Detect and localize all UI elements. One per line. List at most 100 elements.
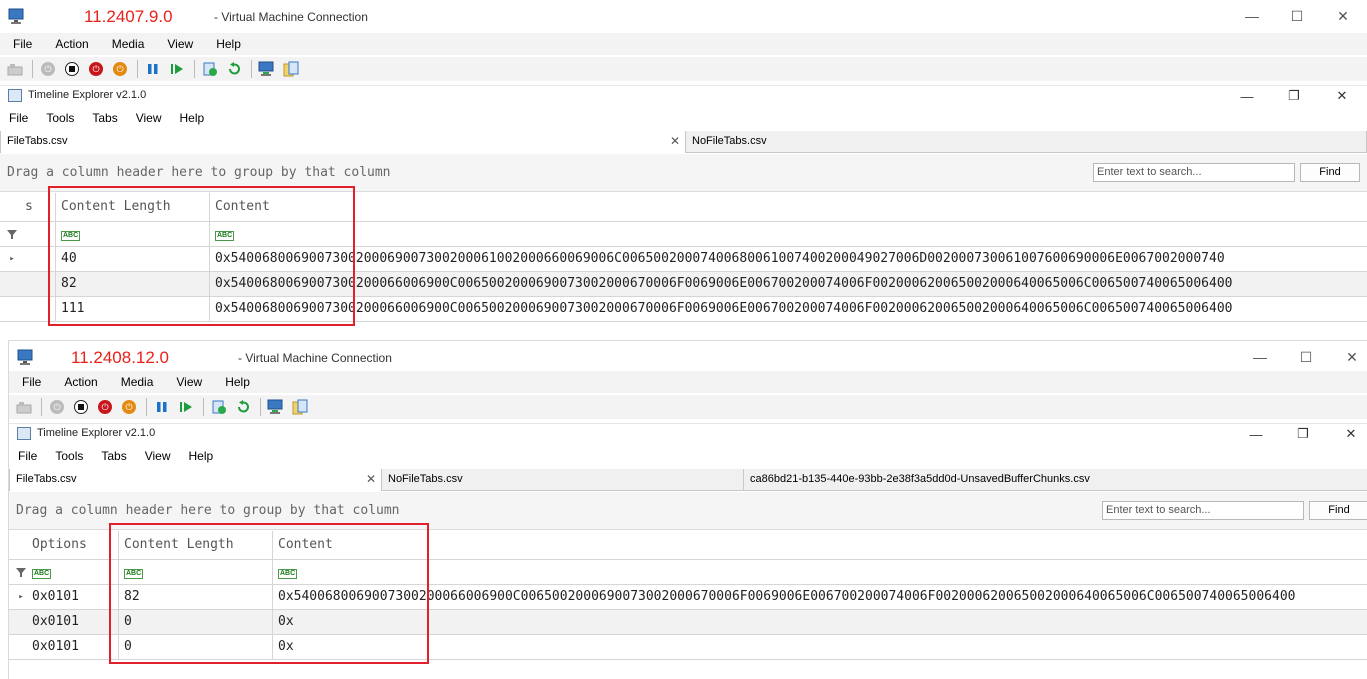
toolbar-separator xyxy=(260,398,261,416)
menu-media[interactable]: Media xyxy=(108,375,164,389)
app-menu-tools[interactable]: Tools xyxy=(46,449,92,463)
close-button[interactable]: ✕ xyxy=(1320,0,1366,32)
cell-content[interactable]: 0x5400680069007300200066006900C006500200… xyxy=(209,272,1367,296)
app-close-button[interactable]: ✕ xyxy=(1327,86,1357,106)
share-icon[interactable] xyxy=(289,396,311,418)
app-menu-view[interactable]: View xyxy=(136,449,180,463)
revert-icon[interactable] xyxy=(223,58,245,80)
tab-nofiletabs[interactable]: NoFileTabs.csv xyxy=(382,469,744,491)
enhanced-session-icon[interactable] xyxy=(265,396,287,418)
minimize-button[interactable]: — xyxy=(1229,0,1275,32)
app-menu-file[interactable]: File xyxy=(9,449,46,463)
app-close-button[interactable]: ✕ xyxy=(1336,424,1366,444)
share-icon[interactable] xyxy=(280,58,302,80)
tab-label: FileTabs.csv xyxy=(7,135,68,147)
menu-help[interactable]: Help xyxy=(212,375,260,389)
enhanced-session-icon[interactable] xyxy=(256,58,278,80)
app-menu-file[interactable]: File xyxy=(0,111,37,125)
app-menu-tabs[interactable]: Tabs xyxy=(92,449,135,463)
vm-menubar: File Action Media View Help xyxy=(9,371,1367,393)
menu-action[interactable]: Action xyxy=(42,37,98,51)
maximize-button[interactable]: ☐ xyxy=(1283,341,1329,373)
search-input[interactable]: Enter text to search... xyxy=(1102,501,1304,520)
cell-content[interactable]: 0x5400680069007300200066006900C006500200… xyxy=(272,585,1367,609)
save-icon[interactable]: ⏻ xyxy=(109,58,131,80)
cell-options[interactable]: 0x0101 xyxy=(27,635,118,659)
app-minimize-button[interactable]: — xyxy=(1241,424,1271,444)
shutdown-icon[interactable]: ⏻ xyxy=(85,58,107,80)
save-icon[interactable]: ⏻ xyxy=(118,396,140,418)
filter-icon[interactable] xyxy=(0,222,24,246)
maximize-button[interactable]: ☐ xyxy=(1274,0,1320,32)
vm-titlebar: 11.2407.9.0 - Virtual Machine Connection… xyxy=(0,0,1367,33)
start-icon[interactable]: ⏻ xyxy=(46,396,68,418)
app-menu-help[interactable]: Help xyxy=(180,449,223,463)
checkpoint-icon[interactable] xyxy=(208,396,230,418)
app-restore-button[interactable]: ❐ xyxy=(1288,424,1318,444)
vm-toolbar: ⏻ ⏻ ⏻ xyxy=(9,395,1367,419)
filter-cell[interactable]: ABC xyxy=(209,222,1367,246)
tab-nofiletabs[interactable]: NoFileTabs.csv xyxy=(686,131,1367,153)
turn-off-icon[interactable] xyxy=(61,58,83,80)
menu-file[interactable]: File xyxy=(0,37,42,51)
cell-options[interactable]: 0x0101 xyxy=(27,610,118,634)
pause-icon[interactable] xyxy=(151,396,173,418)
close-tab-icon[interactable]: ✕ xyxy=(670,134,680,148)
filter-cell[interactable]: ABC xyxy=(272,560,1367,584)
cell-content[interactable]: 0x xyxy=(272,635,1367,659)
timeline-explorer-titlebar: Timeline Explorer v2.1.0 — ❐ ✕ xyxy=(0,85,1367,105)
menu-action[interactable]: Action xyxy=(51,375,107,389)
annotation-highlight-box xyxy=(109,523,429,664)
minimize-button[interactable]: — xyxy=(1237,341,1283,373)
app-restore-button[interactable]: ❐ xyxy=(1279,86,1309,106)
column-header-options[interactable]: Options xyxy=(27,531,118,559)
app-menu-tools[interactable]: Tools xyxy=(37,111,83,125)
app-menu-view[interactable]: View xyxy=(127,111,171,125)
cell-content[interactable]: 0x5400680069007300200066006900C006500200… xyxy=(209,297,1367,321)
close-button[interactable]: ✕ xyxy=(1329,341,1367,373)
column-header-content[interactable]: Content xyxy=(272,531,1367,559)
shutdown-icon[interactable]: ⏻ xyxy=(94,396,116,418)
toolbar-separator xyxy=(32,60,33,78)
find-button[interactable]: Find xyxy=(1300,163,1360,182)
resume-icon[interactable] xyxy=(175,396,197,418)
menu-help[interactable]: Help xyxy=(203,37,251,51)
vm-menubar: File Action Media View Help xyxy=(0,33,1367,55)
tab-filetabs[interactable]: FileTabs.csv ✕ xyxy=(0,131,686,153)
menu-view[interactable]: View xyxy=(163,375,212,389)
checkpoint-icon[interactable] xyxy=(199,58,221,80)
menu-media[interactable]: Media xyxy=(99,37,155,51)
menu-view[interactable]: View xyxy=(154,37,203,51)
resume-icon[interactable] xyxy=(166,58,188,80)
tab-unsaved-buffer-chunks[interactable]: ca86bd21-b135-440e-93bb-2e38f3a5dd0d-Uns… xyxy=(744,469,1367,491)
app-menu-tabs[interactable]: Tabs xyxy=(83,111,126,125)
revert-icon[interactable] xyxy=(232,396,254,418)
app-minimize-button[interactable]: — xyxy=(1232,86,1262,106)
ctrl-alt-del-icon[interactable] xyxy=(4,58,26,80)
app-menubar: File Tools Tabs View Help xyxy=(0,107,1367,129)
turn-off-icon[interactable] xyxy=(70,396,92,418)
find-button[interactable]: Find xyxy=(1309,501,1367,520)
timeline-explorer-titlebar: Timeline Explorer v2.1.0 — ❐ ✕ xyxy=(9,423,1367,443)
tab-label: FileTabs.csv xyxy=(16,473,77,485)
filter-cell[interactable]: ABC xyxy=(27,560,118,584)
window-title: - Virtual Machine Connection xyxy=(238,351,392,365)
app-menu-help[interactable]: Help xyxy=(171,111,214,125)
start-icon[interactable]: ⏻ xyxy=(37,58,59,80)
column-header-content[interactable]: Content xyxy=(209,193,1367,221)
cell-content[interactable]: 0x54006800690073002000690073002000610020… xyxy=(209,247,1367,271)
cell-options[interactable]: 0x0101 xyxy=(27,585,118,609)
pause-icon[interactable] xyxy=(142,58,164,80)
version-annotation: 11.2407.9.0 xyxy=(84,7,173,26)
toolbar-separator xyxy=(41,398,42,416)
ctrl-alt-del-icon[interactable] xyxy=(13,396,35,418)
menu-file[interactable]: File xyxy=(9,375,51,389)
search-input[interactable]: Enter text to search... xyxy=(1093,163,1295,182)
annotation-highlight-box xyxy=(48,186,355,326)
tab-filetabs[interactable]: FileTabs.csv ✕ xyxy=(9,469,382,491)
toolbar-separator xyxy=(194,60,195,78)
app-title: Timeline Explorer v2.1.0 xyxy=(37,427,156,439)
vm-connection-icon xyxy=(17,349,33,365)
cell-content[interactable]: 0x xyxy=(272,610,1367,634)
close-tab-icon[interactable]: ✕ xyxy=(366,472,376,486)
